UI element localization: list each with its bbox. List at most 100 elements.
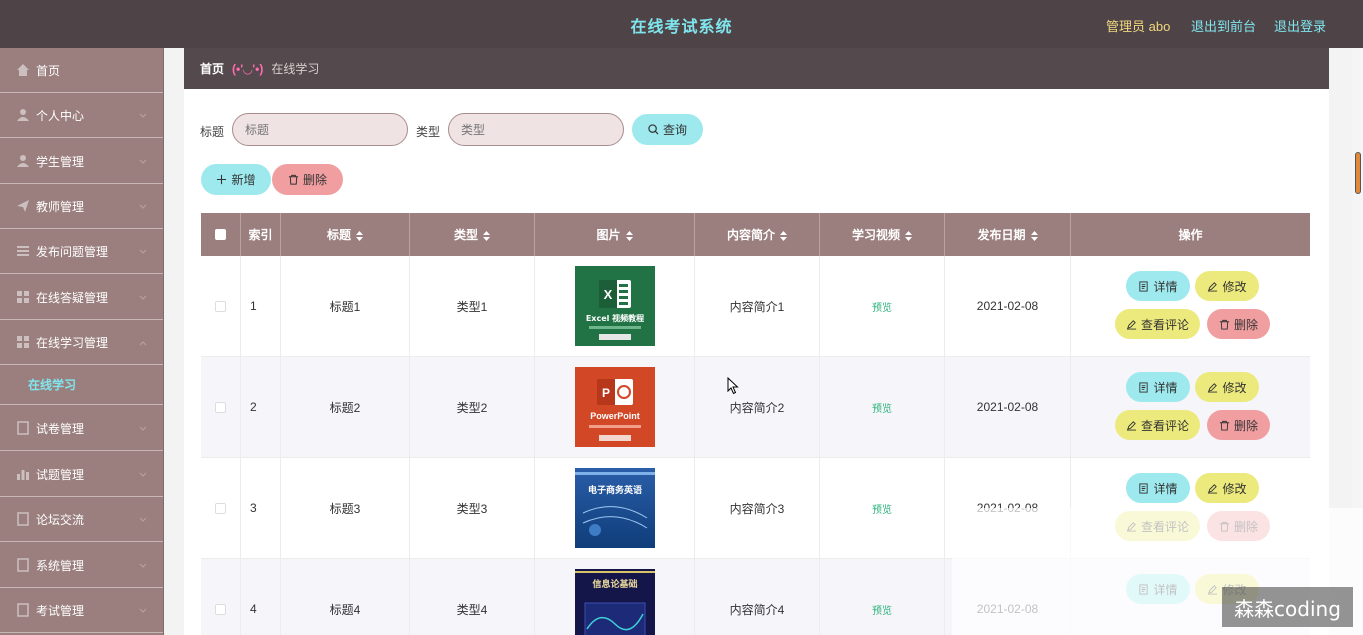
chevron-down-icon: [139, 200, 147, 209]
edit-button[interactable]: 修改: [1195, 473, 1259, 503]
info-theory-book-cover-icon: 信息论基础: [574, 569, 655, 635]
trash-icon: [288, 174, 299, 185]
type-cell: 类型1: [410, 256, 535, 356]
sort-icon[interactable]: [483, 230, 490, 241]
course-cover-image[interactable]: X Excel 视频教程: [574, 266, 655, 346]
sort-icon[interactable]: [356, 230, 363, 241]
query-button[interactable]: 查询: [632, 114, 703, 145]
video-preview-link[interactable]: 预览: [872, 602, 892, 617]
row-select-cell: [201, 256, 241, 356]
column-header-title[interactable]: 标题: [281, 213, 410, 256]
trash-icon: [1219, 319, 1230, 330]
row-delete-button[interactable]: 删除: [1207, 309, 1270, 339]
view-comments-button[interactable]: 查看评论: [1115, 410, 1200, 440]
breadcrumb-home[interactable]: 首页: [200, 60, 224, 77]
detail-button-label: 详情: [1153, 481, 1178, 496]
index-cell: 1: [241, 256, 281, 356]
ecommerce-book-cover-icon: 电子商务英语: [574, 468, 655, 548]
svg-text:信息论基础: 信息论基础: [592, 578, 637, 590]
edit-icon: [1208, 281, 1218, 292]
sort-icon[interactable]: [625, 230, 633, 241]
type-search-label: 类型: [416, 125, 441, 139]
sidebar-item-qa[interactable]: 在线答疑管理: [0, 275, 163, 320]
title-search-label: 标题: [200, 125, 225, 139]
exit-to-front-link[interactable]: 退出到前台: [1191, 16, 1256, 35]
page-scrollbar-thumb[interactable]: [1355, 152, 1361, 194]
view-comments-button[interactable]: 查看评论: [1115, 309, 1200, 339]
edit-button[interactable]: 修改: [1195, 372, 1259, 402]
sidebar-item-papers[interactable]: 试卷管理: [0, 406, 163, 451]
sidebar-item-learning[interactable]: 在线学习管理: [0, 320, 163, 365]
sort-icon[interactable]: [905, 230, 912, 241]
grid-icon: [16, 290, 30, 304]
sidebar-item-questions[interactable]: 发布问题管理: [0, 229, 163, 274]
edit-button[interactable]: 修改: [1195, 271, 1259, 301]
row-select-cell: [201, 357, 241, 457]
video-preview-link[interactable]: 预览: [872, 400, 892, 415]
sidebar-item-students[interactable]: 学生管理: [0, 139, 163, 184]
sidebar-item-home[interactable]: 首页: [0, 48, 163, 93]
sidebar: 首页 个人中心 学生管理 教师管理 发布问题管理 在线答疑管理 在线学习管理 在…: [0, 48, 164, 635]
row-checkbox[interactable]: [215, 300, 226, 312]
add-button[interactable]: 新增: [201, 164, 271, 195]
doc-icon: [16, 603, 30, 617]
row-select-cell: [201, 559, 241, 635]
detail-button[interactable]: 详情: [1126, 473, 1190, 503]
index-cell: 4: [241, 559, 281, 635]
sidebar-item-label: 考试管理: [36, 603, 85, 618]
sidebar-sub-online-learning[interactable]: 在线学习: [0, 365, 163, 405]
sidebar-item-label: 发布问题管理: [36, 244, 109, 259]
row-checkbox[interactable]: [215, 502, 226, 514]
excel-cover-icon: X Excel 视频教程: [574, 266, 655, 346]
chevron-down-icon: [139, 245, 147, 254]
video-preview-link[interactable]: 预览: [872, 299, 892, 314]
column-header-label: 操作: [1178, 228, 1203, 242]
detail-button[interactable]: 详情: [1126, 271, 1190, 301]
title-cell: 标题1: [281, 256, 410, 356]
delete-button[interactable]: 删除: [272, 164, 343, 195]
column-header-label: 内容简介: [726, 228, 775, 242]
edit-button-label: 修改: [1222, 279, 1247, 294]
intro-cell: 内容简介3: [695, 458, 820, 558]
sidebar-item-system[interactable]: 系统管理: [0, 543, 163, 588]
type-search-input[interactable]: [448, 113, 624, 146]
course-cover-image[interactable]: 电子商务英语: [574, 468, 655, 548]
sort-icon[interactable]: [1030, 230, 1038, 241]
row-checkbox[interactable]: [215, 401, 226, 413]
sidebar-item-profile[interactable]: 个人中心: [0, 93, 163, 138]
select-all-checkbox[interactable]: [215, 229, 226, 240]
sidebar-item-label: 首页: [36, 63, 61, 78]
chevron-down-icon: [139, 604, 147, 613]
edit-icon: [1126, 420, 1137, 431]
row-delete-button[interactable]: 删除: [1207, 410, 1270, 440]
select-all-cell: [201, 213, 241, 256]
sidebar-item-exams[interactable]: 考试管理: [0, 588, 163, 633]
column-header-video[interactable]: 学习视频: [820, 213, 945, 256]
course-cover-image[interactable]: 信息论基础: [574, 569, 655, 635]
sidebar-item-label: 个人中心: [36, 108, 85, 123]
grid-icon: [16, 335, 30, 349]
doc-icon: [16, 421, 30, 435]
logout-link[interactable]: 退出登录: [1274, 16, 1326, 35]
add-button-label: 新增: [231, 173, 256, 187]
user-icon: [16, 154, 30, 168]
view-comments-button-label: 查看评论: [1140, 317, 1189, 332]
breadcrumb-current: 在线学习: [271, 62, 320, 76]
video-preview-link[interactable]: 预览: [872, 501, 892, 516]
detail-button[interactable]: 详情: [1126, 372, 1190, 402]
course-cover-image[interactable]: P PowerPoint: [574, 367, 655, 447]
column-header-type[interactable]: 类型: [410, 213, 535, 256]
sidebar-item-items[interactable]: 试题管理: [0, 452, 163, 497]
title-cell: 标题3: [281, 458, 410, 558]
column-header-date[interactable]: 发布日期: [945, 213, 1071, 256]
actions-cell: 详情 修改 查看评论 删除: [1071, 357, 1310, 457]
sidebar-item-teachers[interactable]: 教师管理: [0, 184, 163, 229]
title-search-input[interactable]: [232, 113, 408, 146]
column-header-image[interactable]: 图片: [535, 213, 695, 256]
sidebar-item-forum[interactable]: 论坛交流: [0, 497, 163, 542]
column-header-intro[interactable]: 内容简介: [695, 213, 820, 256]
column-header-label: 学习视频: [851, 228, 900, 242]
sort-icon[interactable]: [780, 230, 787, 241]
row-checkbox[interactable]: [215, 603, 226, 615]
sidebar-item-label: 试卷管理: [36, 421, 85, 436]
